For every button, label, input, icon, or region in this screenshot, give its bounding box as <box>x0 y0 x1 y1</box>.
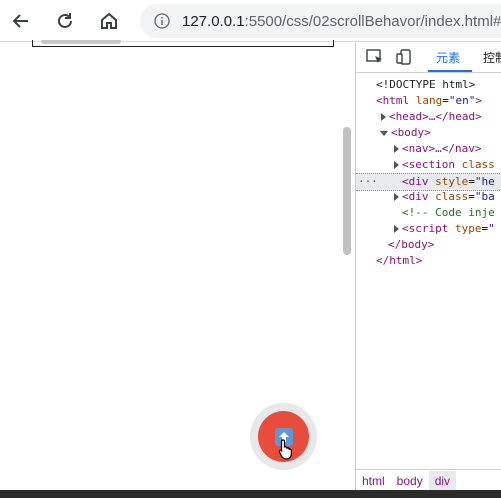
breadcrumb: html body div <box>356 469 501 491</box>
site-info-icon[interactable] <box>154 13 170 29</box>
reload-button[interactable] <box>52 8 78 34</box>
tree-row-head[interactable]: <head>…</head> <box>356 109 501 125</box>
reload-icon <box>58 13 72 28</box>
tab-console[interactable]: 控制 <box>483 49 501 66</box>
back-button[interactable] <box>8 8 34 34</box>
tree-row-html[interactable]: <html lang="en"> <box>356 93 501 109</box>
breadcrumb-div[interactable]: div <box>428 470 457 491</box>
active-tab-indicator <box>428 70 472 72</box>
inspect-element-icon[interactable] <box>366 49 384 65</box>
hand-cursor-icon <box>278 439 292 460</box>
breadcrumb-html[interactable]: html <box>356 471 391 491</box>
home-icon <box>101 12 117 29</box>
tree-row-body[interactable]: <body> <box>356 125 501 141</box>
tree-row-doctype[interactable]: <!DOCTYPE html> <box>356 77 501 93</box>
tree-row-nav[interactable]: <nav>…</nav> <box>356 141 501 157</box>
tree-row-comment[interactable]: <!-- Code inje <box>356 205 501 221</box>
home-button[interactable] <box>96 8 122 34</box>
page-scrollbar-thumb[interactable] <box>343 127 351 255</box>
tree-row-script[interactable]: <script type=" <box>356 221 501 237</box>
window-bottom-edge <box>0 490 501 498</box>
content-box <box>32 40 334 47</box>
breadcrumb-body[interactable]: body <box>391 471 429 491</box>
more-options-icon[interactable]: ··· <box>358 174 378 190</box>
collapse-triangle-icon[interactable] <box>380 130 388 136</box>
page-scrollbar-track[interactable] <box>341 42 355 490</box>
tree-row-body-close[interactable]: </body> <box>356 237 501 253</box>
expand-triangle-icon[interactable] <box>394 161 399 169</box>
tree-row-section[interactable]: <section class <box>356 157 501 173</box>
tab-elements[interactable]: 元素 <box>436 49 460 66</box>
tree-row-html-close[interactable]: </html> <box>356 253 501 269</box>
expand-triangle-icon[interactable] <box>394 193 399 201</box>
expand-triangle-icon[interactable] <box>394 145 399 153</box>
content-box-scrollbar[interactable] <box>41 40 121 44</box>
devtools-panel: 元素 控制 <!DOCTYPE html> <html lang="en"> <… <box>355 42 501 491</box>
back-arrow-icon <box>12 14 28 28</box>
expand-triangle-icon[interactable] <box>381 113 386 121</box>
url-text: 127.0.0.1:5500/css/02scrollBehavor/index… <box>182 12 501 30</box>
device-toolbar-icon[interactable] <box>396 49 414 65</box>
expand-triangle-icon[interactable] <box>394 225 399 233</box>
browser-toolbar: 127.0.0.1:5500/css/02scrollBehavor/index… <box>0 0 501 42</box>
devtools-tabbar: 元素 控制 <box>356 42 501 73</box>
address-bar[interactable]: 127.0.0.1:5500/css/02scrollBehavor/index… <box>140 4 501 38</box>
tree-row-div-class[interactable]: <div class="ba <box>356 189 501 205</box>
